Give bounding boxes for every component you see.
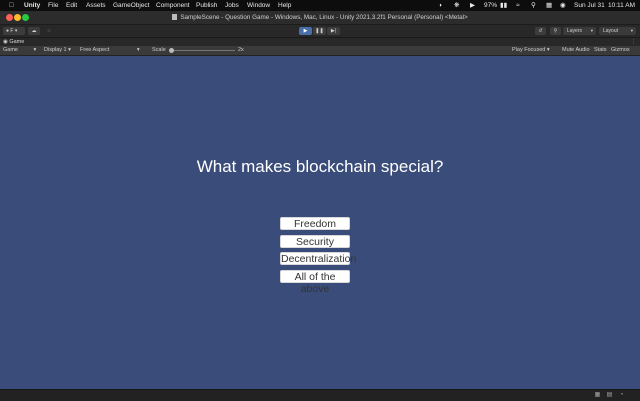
- editor-toolbar: ● F ▾ ☁ ◌ ▶ ❚❚ ▶| ↺ ⚲ Layers ▾ Layout ▾: [0, 25, 640, 38]
- menu-component[interactable]: Component: [156, 0, 190, 11]
- step-button[interactable]: ▶|: [327, 27, 340, 35]
- aspect-label: Free Aspect: [80, 47, 110, 53]
- tab-game[interactable]: ◉ Game: [3, 38, 24, 46]
- mute-audio-toggle[interactable]: Mute Audio: [562, 46, 590, 55]
- menu-edit[interactable]: Edit: [66, 0, 77, 11]
- scale-label: Scale: [152, 47, 166, 53]
- layout-dropdown[interactable]: Layout ▾: [599, 27, 636, 35]
- menu-bar:  Unity File Edit Assets GameObject Comp…: [0, 0, 640, 11]
- panel-tab-bar: ◉ Game ⋮: [0, 38, 640, 46]
- menu-app-name[interactable]: Unity: [24, 0, 40, 11]
- game-view-controls: Game ▾ Display 1 ▾ Free Aspect ▾ Scale 2…: [0, 46, 640, 56]
- wifi-icon[interactable]: ≈: [516, 0, 520, 11]
- chevron-down-icon: ▾: [33, 47, 37, 53]
- search-icon: ⚲: [553, 28, 558, 34]
- search-status-icon[interactable]: ⚲: [531, 0, 536, 11]
- scale-slider-handle[interactable]: [169, 48, 174, 53]
- control-center-icon[interactable]: ▦: [546, 0, 552, 11]
- chevron-down-icon: ▾: [136, 47, 140, 53]
- search-button[interactable]: ⚲: [550, 27, 561, 35]
- collab-icon: ◌: [47, 28, 51, 34]
- lighting-icon[interactable]: ◔: [618, 392, 625, 399]
- stats-toggle[interactable]: Stats: [594, 46, 607, 55]
- menu-time: 10:11 AM: [608, 2, 635, 9]
- answer-button-all[interactable]: All of the above: [280, 270, 350, 295]
- scale-slider-track[interactable]: [172, 50, 235, 51]
- history-icon: ↺: [538, 28, 543, 34]
- play-status-icon[interactable]: ▶: [470, 0, 475, 11]
- question-text: What makes blockchain special?: [196, 157, 444, 176]
- status-bar: ▦ ▤ ◔: [0, 389, 640, 401]
- menu-jobs[interactable]: Jobs: [225, 0, 239, 11]
- more-options-icon[interactable]: ⋮: [631, 38, 636, 46]
- document-icon: [172, 14, 178, 20]
- answer-button-security[interactable]: Security: [280, 235, 350, 248]
- view-mode-label: Game: [3, 47, 18, 53]
- step-icon: ▶|: [330, 28, 337, 34]
- debug-icon[interactable]: ▦: [594, 392, 601, 399]
- collab-button[interactable]: ◌: [43, 27, 55, 35]
- pause-button[interactable]: ❚❚: [313, 27, 326, 35]
- cloud-button[interactable]: ☁: [28, 27, 40, 35]
- layout-label: Layout: [603, 28, 619, 34]
- account-icon: ●: [6, 28, 10, 34]
- menu-date: Sun Jul 31: [574, 2, 605, 9]
- window-title: SampleScene - Question Game - Windows, M…: [0, 11, 640, 24]
- menu-assets[interactable]: Assets: [86, 0, 106, 11]
- chevron-down-icon: ▾: [590, 28, 593, 33]
- chevron-down-icon: ▾: [14, 28, 18, 34]
- account-button[interactable]: ● F ▾: [3, 27, 25, 35]
- answer-button-freedom[interactable]: Freedom: [280, 217, 350, 230]
- menu-gameobject[interactable]: GameObject: [113, 0, 150, 11]
- battery-percent: 97%: [484, 2, 498, 9]
- play-icon: ▶: [303, 28, 308, 34]
- window-title-bar: SampleScene - Question Game - Windows, M…: [0, 11, 640, 25]
- aspect-dropdown[interactable]: Free Aspect ▾: [80, 46, 140, 55]
- game-controller-icon: ◉: [3, 39, 8, 45]
- menu-help[interactable]: Help: [278, 0, 291, 11]
- chevron-down-icon: ▾: [546, 47, 550, 53]
- siri-icon[interactable]: ◉: [560, 0, 566, 11]
- account-label: F: [10, 28, 14, 34]
- game-view-canvas[interactable]: What makes blockchain special? Freedom S…: [0, 56, 640, 389]
- play-mode-label: Play Focused: [512, 47, 546, 53]
- cloud-icon: ☁: [31, 28, 37, 34]
- chevron-down-icon: ▾: [630, 28, 633, 33]
- menu-publish[interactable]: Publish: [196, 0, 217, 11]
- menu-window[interactable]: Window: [247, 0, 270, 11]
- cache-icon[interactable]: ▤: [606, 392, 613, 399]
- window-title-text: SampleScene - Question Game - Windows, M…: [180, 14, 468, 21]
- answer-button-decentralization[interactable]: Decentralization: [280, 252, 356, 265]
- pause-icon: ❚❚: [315, 28, 324, 34]
- play-mode-dropdown[interactable]: Play Focused ▾: [512, 46, 550, 55]
- display-dropdown[interactable]: Display 1 ▾: [44, 46, 71, 55]
- tab-game-label: Game: [9, 39, 25, 45]
- battery-icon[interactable]: ▮▮: [500, 0, 507, 11]
- display-label: Display 1: [44, 47, 67, 53]
- layers-label: Layers: [567, 28, 583, 34]
- play-button[interactable]: ▶: [299, 27, 312, 35]
- chevron-down-icon: ▾: [68, 47, 71, 53]
- history-button[interactable]: ↺: [535, 27, 546, 35]
- view-mode-dropdown[interactable]: Game ▾: [3, 46, 36, 55]
- unity-status-icon[interactable]: ◑: [438, 0, 442, 11]
- menu-file[interactable]: File: [48, 0, 58, 11]
- gizmos-toggle[interactable]: Gizmos: [611, 46, 630, 55]
- layers-dropdown[interactable]: Layers ▾: [563, 27, 596, 35]
- settings-status-icon[interactable]: ❋: [454, 0, 459, 11]
- scale-value: 2x: [238, 47, 244, 53]
- apple-icon[interactable]: : [9, 0, 14, 11]
